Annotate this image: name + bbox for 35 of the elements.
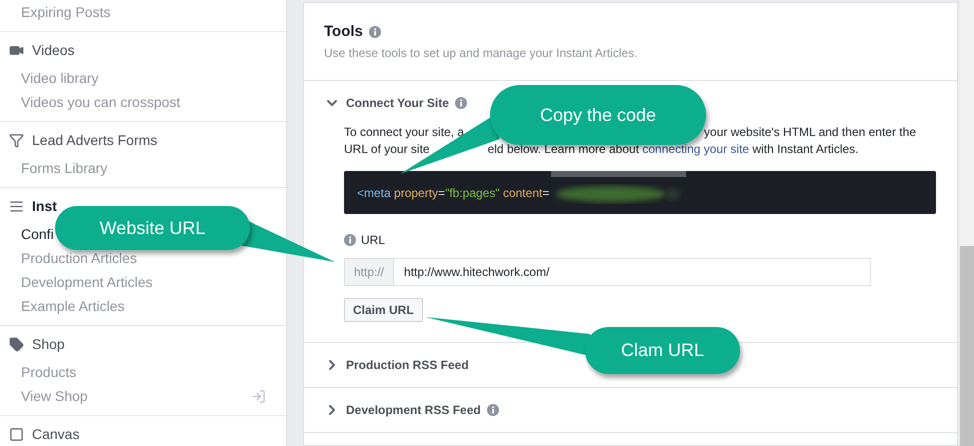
claim-url-button[interactable]: Claim URL xyxy=(344,298,423,322)
code-token: content xyxy=(502,186,542,200)
sidebar-heading[interactable]: Inst xyxy=(32,198,57,214)
code-token: = xyxy=(438,186,446,200)
scrollbar[interactable] xyxy=(960,0,974,446)
filter-icon xyxy=(9,132,24,148)
section-title[interactable]: Connect Your Site xyxy=(346,96,449,110)
code-token: "fb:pages" xyxy=(445,186,500,200)
panel-subtitle: Use these tools to set up and manage your Instant Articles. xyxy=(324,46,639,60)
canvas-icon xyxy=(9,426,24,442)
instruction-text: with Instant Articles. xyxy=(751,141,858,158)
instruction-text: your website's HTML and then enter the xyxy=(704,124,916,141)
tag-icon xyxy=(9,336,24,352)
sidebar-item[interactable]: Confi xyxy=(21,226,54,242)
section-title[interactable]: Production RSS Feed xyxy=(346,358,469,372)
code-token: = xyxy=(542,186,550,200)
code-token: property xyxy=(393,186,438,200)
info-icon[interactable] xyxy=(486,404,499,416)
sidebar-heading[interactable]: Canvas xyxy=(32,426,80,442)
field-label: URL xyxy=(361,233,386,247)
url-input[interactable]: http://www.hitechwork.com/ xyxy=(393,258,871,286)
info-icon[interactable] xyxy=(344,234,356,246)
sidebar-heading[interactable]: Videos xyxy=(32,42,75,58)
text-lines-icon xyxy=(9,198,24,214)
url-prefix: http:// xyxy=(344,258,394,286)
section-title[interactable]: Development RSS Feed xyxy=(346,403,481,417)
panel-title: Tools xyxy=(324,23,363,40)
sidebar-heading[interactable]: Lead Adverts Forms xyxy=(32,132,158,148)
instruction-text: URL of your site xyxy=(344,141,430,158)
callout-bubble: Clam URL xyxy=(585,327,740,374)
sidebar-heading[interactable]: Shop xyxy=(32,336,65,352)
code-token: <meta xyxy=(357,186,391,200)
info-icon[interactable] xyxy=(454,97,467,109)
external-link-icon[interactable] xyxy=(251,388,266,404)
info-icon[interactable] xyxy=(368,26,381,38)
